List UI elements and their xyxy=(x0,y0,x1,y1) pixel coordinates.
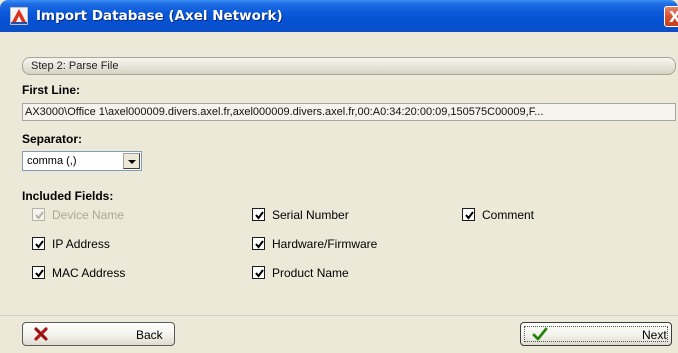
field-label: Device Name xyxy=(52,208,125,222)
next-button-label: Next xyxy=(642,328,667,342)
green-check-icon xyxy=(532,327,548,341)
title-bar[interactable]: Import Database (Axel Network) X xyxy=(0,0,678,32)
field-label[interactable]: Comment xyxy=(482,208,534,222)
field-label[interactable]: Serial Number xyxy=(272,208,349,222)
close-button[interactable]: X xyxy=(664,6,678,27)
checkbox-ip-address[interactable] xyxy=(32,237,45,250)
checkbox-hardware-firmware[interactable] xyxy=(252,237,265,250)
next-button[interactable]: Next xyxy=(520,322,672,346)
field-label[interactable]: MAC Address xyxy=(52,266,125,280)
back-button-label: Back xyxy=(136,328,163,342)
field-label[interactable]: Product Name xyxy=(272,266,349,280)
chevron-down-icon xyxy=(128,160,136,164)
separator-select[interactable]: comma (,) xyxy=(22,151,142,171)
step-label: Step 2: Parse File xyxy=(31,60,119,72)
close-icon: X xyxy=(669,8,678,26)
separator-label: Separator: xyxy=(22,132,83,146)
dropdown-arrow-button[interactable] xyxy=(123,153,140,169)
back-button[interactable]: Back xyxy=(22,322,175,346)
window-title: Import Database (Axel Network) xyxy=(36,8,283,24)
separator-selected-value: comma (,) xyxy=(27,155,77,167)
field-label[interactable]: IP Address xyxy=(52,237,110,251)
axel-app-icon xyxy=(9,6,29,26)
step-header: Step 2: Parse File xyxy=(22,57,676,75)
included-fields-label: Included Fields: xyxy=(22,189,114,203)
checkbox-comment[interactable] xyxy=(462,208,475,221)
checkbox-mac-address[interactable] xyxy=(32,266,45,279)
checkbox-device-name xyxy=(32,208,45,221)
first-line-field: AX3000\Office 1\axel000009.divers.axel.f… xyxy=(22,103,676,121)
field-label[interactable]: Hardware/Firmware xyxy=(272,237,377,251)
first-line-label: First Line: xyxy=(22,83,81,97)
checkbox-product-name[interactable] xyxy=(252,266,265,279)
checkbox-serial-number[interactable] xyxy=(252,208,265,221)
divider xyxy=(0,315,678,316)
red-x-icon xyxy=(34,327,48,341)
